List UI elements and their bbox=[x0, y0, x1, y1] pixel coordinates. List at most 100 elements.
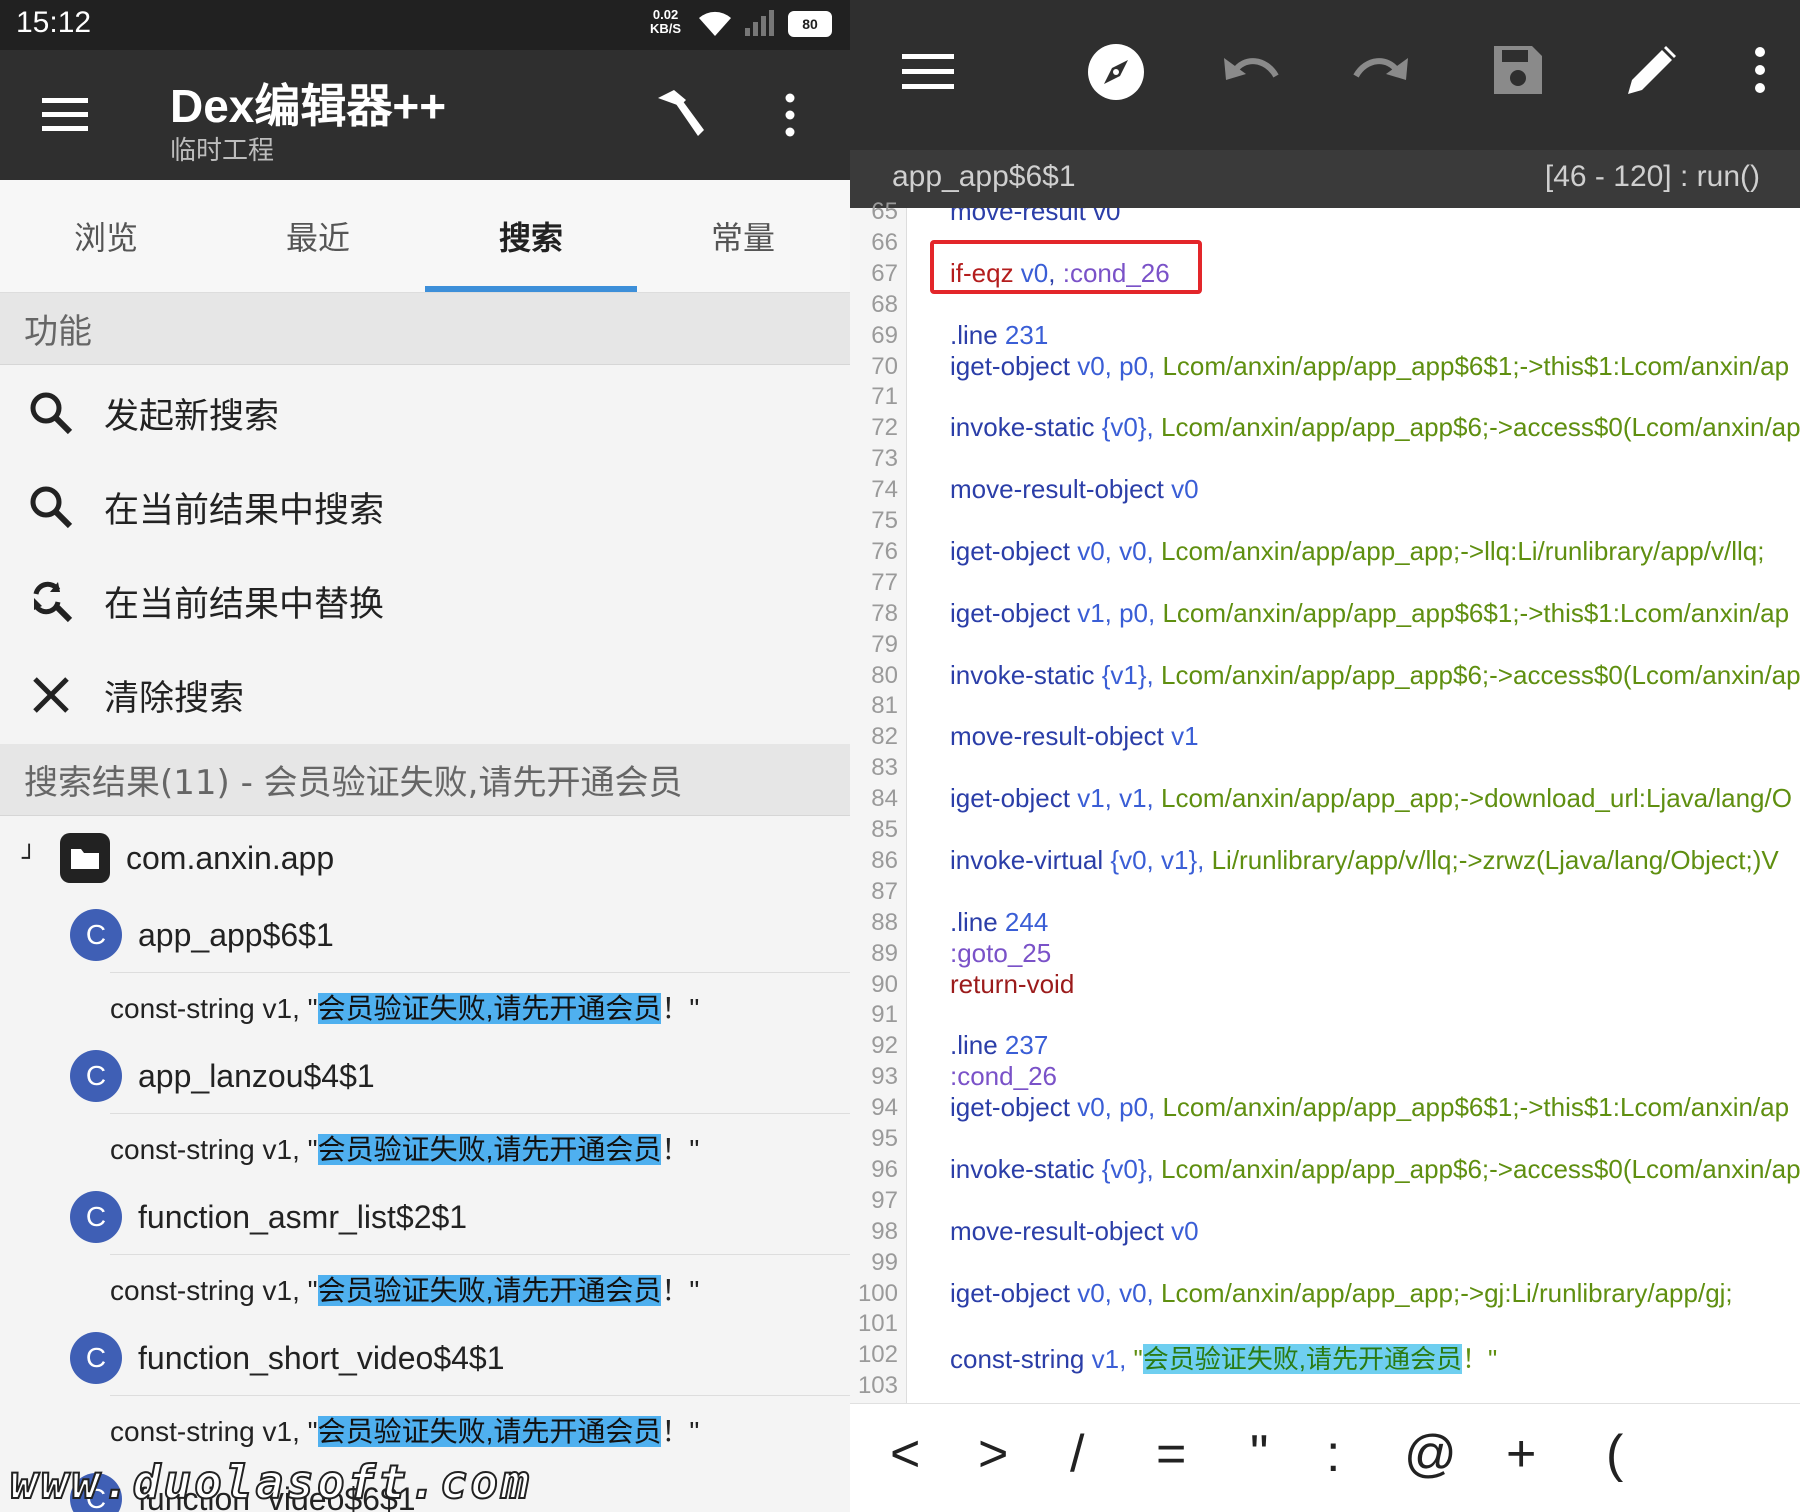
code-line[interactable]: move-result-object v0 bbox=[950, 474, 1199, 505]
search-in-results-item[interactable]: 在当前结果中搜索 bbox=[0, 460, 850, 554]
code-token: Lcom/anxin/app/app_app$6$1;->this$1:Lcom… bbox=[1162, 597, 1790, 628]
edit-icon[interactable] bbox=[1624, 42, 1680, 98]
collapse-icon[interactable]: ┘ bbox=[22, 844, 42, 872]
line-number: 73 bbox=[871, 445, 898, 473]
code-line[interactable]: iget-object v0, p0, Lcom/anxin/app/app_a… bbox=[950, 351, 1789, 382]
symbol-key[interactable]: / bbox=[1070, 1424, 1084, 1484]
line-number: 93 bbox=[871, 1063, 898, 1091]
code-line[interactable]: iget-object v0, p0, Lcom/anxin/app/app_a… bbox=[950, 1092, 1789, 1123]
replace-in-results-item[interactable]: 在当前结果中替换 bbox=[0, 554, 850, 648]
code-token: iget-object bbox=[950, 597, 1070, 628]
code-line[interactable]: iget-object v0, v0, Lcom/anxin/app/app_a… bbox=[950, 1278, 1733, 1309]
package-node[interactable]: ┘ com.anxin.app bbox=[0, 826, 850, 890]
code-token: .line bbox=[950, 906, 998, 937]
symbol-key[interactable]: " bbox=[1250, 1424, 1268, 1484]
close-icon bbox=[33, 677, 69, 713]
code-line[interactable]: move-result-object v0 bbox=[950, 1216, 1199, 1247]
class-node[interactable]: C function_short_video$4$1 bbox=[0, 1327, 850, 1389]
class-file-name: app_app$6$1 bbox=[892, 160, 1076, 193]
code-token: iget-object bbox=[950, 783, 1070, 814]
code-token: v0 bbox=[1163, 474, 1199, 505]
line-number: 65 bbox=[871, 198, 898, 225]
code-line[interactable]: return-void bbox=[950, 969, 1074, 1000]
line-number: 81 bbox=[871, 692, 898, 720]
line-number: 74 bbox=[871, 476, 898, 504]
editor-subtitle-bar: app_app$6$1 [46 - 120] : run() bbox=[850, 150, 1800, 208]
code-line[interactable]: invoke-static {v0}, Lcom/anxin/app/app_a… bbox=[950, 1154, 1800, 1185]
symbol-key[interactable]: < bbox=[890, 1424, 920, 1484]
code-token: 244 bbox=[997, 906, 1049, 937]
line-number: 67 bbox=[871, 259, 898, 287]
tab-search[interactable]: 搜索 bbox=[425, 180, 637, 292]
code-line[interactable]: move-result-object v1 bbox=[950, 721, 1199, 752]
result-line[interactable]: const-string v1, "会员验证失败,请先开通会员！" bbox=[110, 1128, 699, 1168]
result-line[interactable]: const-string v1, "会员验证失败,请先开通会员！" bbox=[110, 1269, 699, 1309]
symbol-key[interactable]: ( bbox=[1606, 1424, 1623, 1484]
code-line[interactable]: :goto_25 bbox=[950, 938, 1051, 969]
line-number: 69 bbox=[871, 321, 898, 349]
line-number: 94 bbox=[871, 1094, 898, 1122]
class-name: app_app$6$1 bbox=[138, 916, 334, 953]
clear-search-label: 清除搜索 bbox=[104, 678, 245, 719]
code-line[interactable]: const-string v1, "会员验证失败,请先开通会员！" bbox=[950, 1339, 1497, 1376]
tab-constants[interactable]: 常量 bbox=[637, 180, 849, 292]
symbol-key[interactable]: > bbox=[978, 1424, 1008, 1484]
code-token: Lcom/anxin/app/app_app$6$1;->this$1:Lcom… bbox=[1162, 1092, 1790, 1123]
result-line[interactable]: const-string v1, "会员验证失败,请先开通会员！" bbox=[110, 987, 699, 1027]
highlight-box bbox=[930, 240, 1202, 294]
code-token: Lcom/anxin/app/app_app;->llq:Li/runlibra… bbox=[1161, 535, 1765, 566]
symbol-key[interactable]: @ bbox=[1404, 1424, 1457, 1484]
app-bar: Dex编辑器++ 临时工程 bbox=[0, 50, 850, 180]
code-line[interactable]: .line 237 bbox=[950, 1030, 1048, 1061]
class-name: function_asmr_list$2$1 bbox=[138, 1198, 468, 1235]
line-number-gutter: 65 66 67 68 69 70 71 72 73 74 75 76 77 78 79 80 81 82 83 84… bbox=[850, 198, 907, 1403]
menu-icon[interactable] bbox=[902, 52, 954, 92]
symbol-key[interactable]: : bbox=[1326, 1424, 1340, 1484]
new-search-item[interactable]: 发起新搜索 bbox=[0, 366, 850, 460]
code-token: return-void bbox=[950, 968, 1075, 999]
code-token: .line bbox=[950, 1030, 998, 1061]
code-token: Lcom/anxin/app/app_app;->download_url:Lj… bbox=[1161, 783, 1792, 814]
tab-recent[interactable]: 最近 bbox=[212, 180, 424, 292]
line-number: 76 bbox=[871, 537, 898, 565]
code-token: iget-object bbox=[950, 1277, 1070, 1308]
code-token: v1, bbox=[1084, 1344, 1134, 1375]
menu-icon[interactable] bbox=[42, 94, 88, 134]
code-line[interactable]: :cond_26 bbox=[950, 1061, 1057, 1092]
package-name: com.anxin.app bbox=[126, 839, 335, 876]
code-line[interactable]: .line 244 bbox=[950, 907, 1048, 938]
code-token: const-string bbox=[950, 1344, 1085, 1375]
class-name: function_short_video$4$1 bbox=[138, 1339, 505, 1376]
code-line[interactable]: iget-object v1, p0, Lcom/anxin/app/app_a… bbox=[950, 598, 1789, 629]
code-line[interactable]: iget-object v0, v0, Lcom/anxin/app/app_a… bbox=[950, 536, 1764, 567]
redo-icon[interactable] bbox=[1352, 50, 1412, 90]
line-number: 103 bbox=[857, 1372, 898, 1400]
save-icon[interactable] bbox=[1492, 44, 1544, 96]
symbol-key[interactable]: = bbox=[1156, 1424, 1186, 1484]
line-number: 88 bbox=[871, 908, 898, 936]
code-line[interactable]: invoke-virtual {v0, v1}, Li/runlibrary/a… bbox=[950, 845, 1779, 876]
class-node[interactable]: C app_app$6$1 bbox=[0, 904, 850, 966]
code-token: move-result-object bbox=[950, 1215, 1164, 1246]
symbol-key[interactable]: + bbox=[1506, 1424, 1536, 1484]
code-token: Lcom/anxin/app/app_app$6;->access$0(Lcom… bbox=[1161, 1153, 1800, 1184]
undo-icon[interactable] bbox=[1220, 50, 1280, 90]
code-line[interactable]: .line 231 bbox=[950, 320, 1048, 351]
code-token: v0 bbox=[1163, 1215, 1199, 1246]
result-line[interactable]: const-string v1, "会员验证失败,请先开通会员！" bbox=[110, 1410, 699, 1450]
code-line[interactable]: move-result v0 bbox=[950, 208, 1121, 227]
tab-browse[interactable]: 浏览 bbox=[0, 180, 212, 292]
compass-icon[interactable] bbox=[1086, 42, 1146, 102]
project-subtitle: 临时工程 bbox=[170, 136, 275, 166]
code-line[interactable]: iget-object v1, v1, Lcom/anxin/app/app_a… bbox=[950, 783, 1792, 814]
more-vert-icon[interactable] bbox=[780, 92, 800, 138]
class-name: app_lanzou$4$1 bbox=[138, 1057, 375, 1094]
more-vert-icon[interactable] bbox=[1750, 46, 1770, 94]
clear-search-item[interactable]: 清除搜索 bbox=[0, 648, 850, 742]
class-node[interactable]: C app_lanzou$4$1 bbox=[0, 1045, 850, 1107]
code-area[interactable]: move-result v0 if-eqz v0, :cond_26 .line 2… bbox=[906, 208, 1800, 1403]
code-line[interactable]: invoke-static {v0}, Lcom/anxin/app/app_a… bbox=[950, 412, 1800, 443]
code-line[interactable]: invoke-static {v1}, Lcom/anxin/app/app_a… bbox=[950, 660, 1800, 691]
hammer-icon[interactable] bbox=[652, 86, 708, 142]
class-node[interactable]: C function_asmr_list$2$1 bbox=[0, 1186, 850, 1248]
